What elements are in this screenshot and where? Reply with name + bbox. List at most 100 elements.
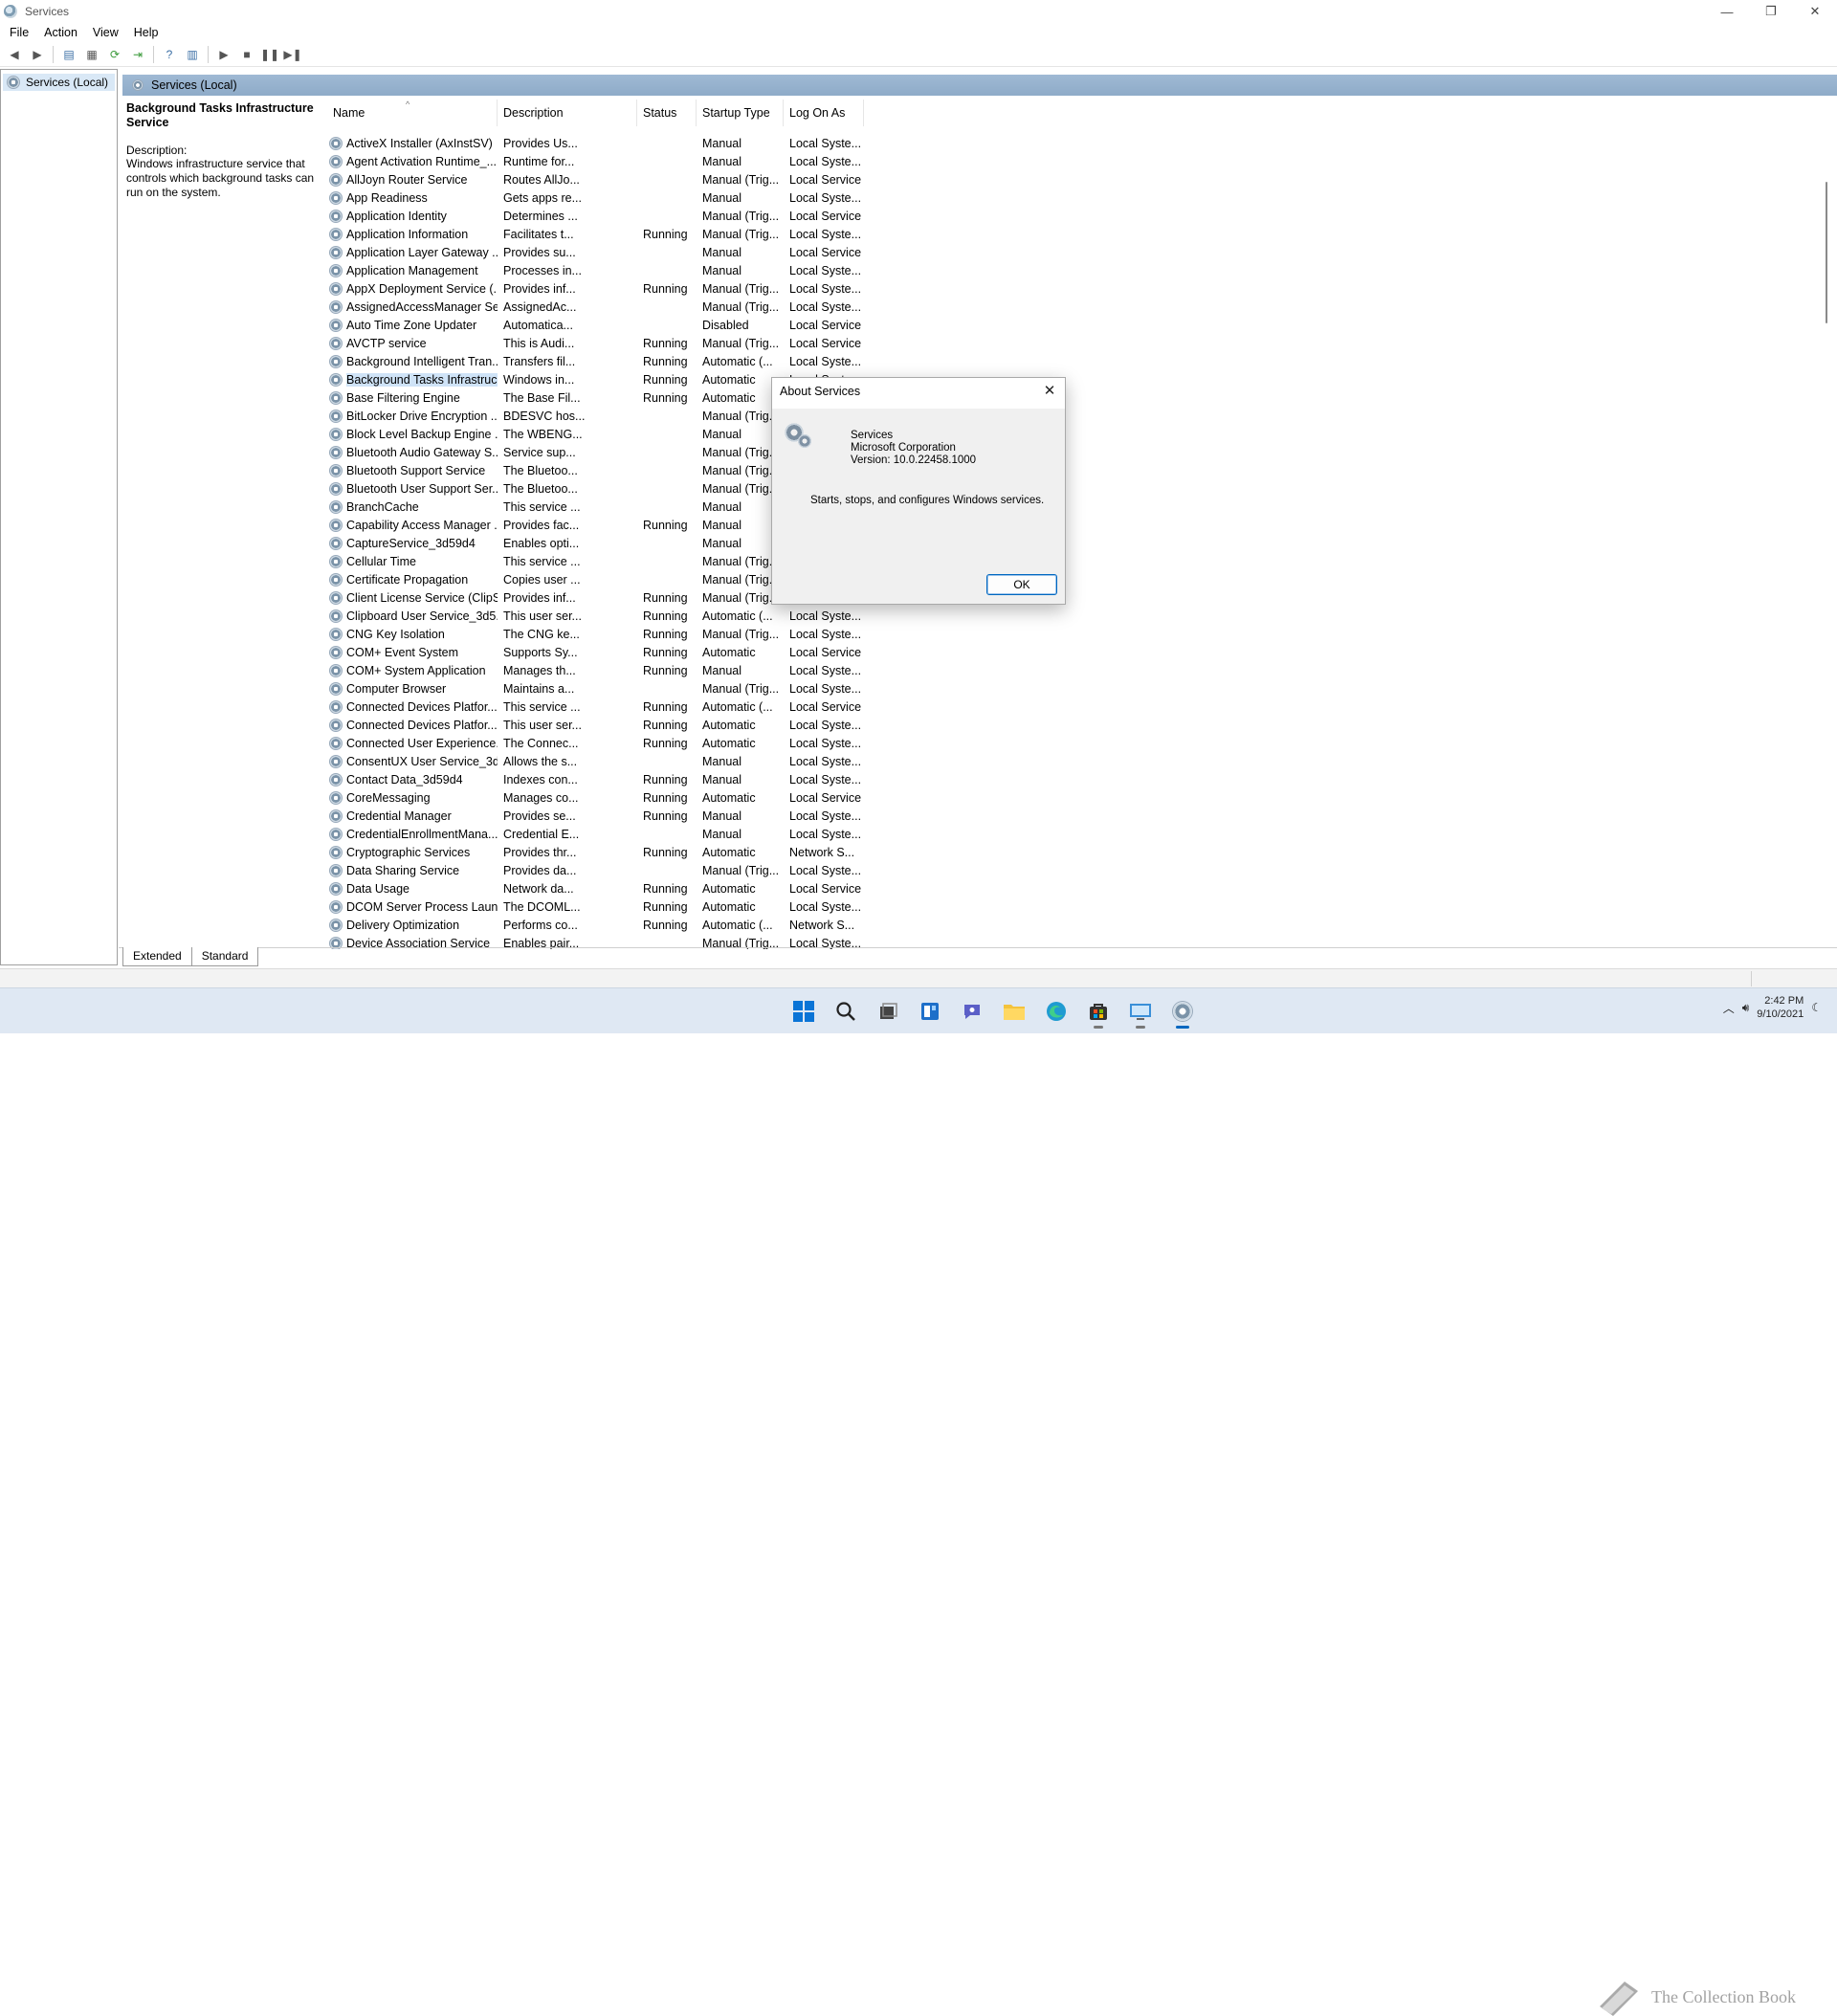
close-button[interactable]: ✕: [1793, 0, 1837, 23]
menu-action[interactable]: Action: [36, 26, 85, 39]
windows-start-icon[interactable]: [788, 996, 819, 1027]
table-row[interactable]: AllJoyn Router Service Routes AllJo... Man…: [327, 170, 864, 188]
file-explorer-icon[interactable]: [999, 996, 1029, 1027]
service-startup-type: Manual: [702, 754, 741, 768]
service-startup-type: Automatic: [702, 645, 756, 659]
table-row[interactable]: Clipboard User Service_3d5... This user s…: [327, 607, 864, 625]
table-row[interactable]: Agent Activation Runtime_... Runtime for.…: [327, 152, 864, 170]
menu-file[interactable]: File: [2, 26, 36, 39]
column-header-description[interactable]: Description: [498, 100, 637, 126]
description-label: Description:: [126, 144, 188, 157]
table-row[interactable]: Connected User Experience... The Connec..…: [327, 734, 864, 752]
minimize-button[interactable]: —: [1705, 0, 1749, 23]
table-row[interactable]: Application Information Facilitates t... R…: [327, 225, 864, 243]
clock[interactable]: 2:42 PM 9/10/2021: [1757, 994, 1804, 1021]
stop-service-icon[interactable]: ■: [236, 45, 257, 64]
back-arrow-icon[interactable]: ◀: [4, 45, 25, 64]
service-gear-icon: [329, 609, 343, 623]
column-header-log-on-as[interactable]: Log On As: [784, 100, 864, 126]
table-row[interactable]: ConsentUX User Service_3d... Allows the s…: [327, 752, 864, 770]
column-header-status[interactable]: Status: [637, 100, 697, 126]
ok-button[interactable]: OK: [986, 574, 1057, 595]
edge-icon[interactable]: [1041, 996, 1072, 1027]
service-description: This user ser...: [503, 718, 582, 732]
service-name: COM+ Event System: [327, 645, 498, 659]
control-panel-icon[interactable]: [1125, 996, 1156, 1029]
table-row[interactable]: Background Intelligent Tran... Transfers …: [327, 352, 864, 370]
table-row[interactable]: AVCTP service This is Audi... Running Manua…: [327, 334, 864, 352]
start-service-icon[interactable]: ▶: [213, 45, 234, 64]
store-icon[interactable]: [1083, 996, 1114, 1029]
service-name: Connected Devices Platfor...: [327, 699, 498, 714]
table-row[interactable]: CredentialEnrollmentMana... Credential E.…: [327, 825, 864, 843]
table-row[interactable]: Cryptographic Services Provides thr... Run…: [327, 843, 864, 861]
table-row[interactable]: DCOM Server Process Laun... The DCOML... R…: [327, 897, 864, 916]
table-row[interactable]: Application Layer Gateway ... Provides su…: [327, 243, 864, 261]
export-list-icon[interactable]: ⇥: [127, 45, 148, 64]
dialog-close-button[interactable]: ✕: [1040, 381, 1059, 400]
table-row[interactable]: Connected Devices Platfor... This user se…: [327, 716, 864, 734]
service-log-on-as: Local Syste...: [789, 627, 862, 641]
table-row[interactable]: App Readiness Gets apps re... Manual Local …: [327, 188, 864, 207]
chevron-up-icon[interactable]: ︿: [1723, 1000, 1735, 1016]
table-row[interactable]: Delivery Optimization Performs co... Runni…: [327, 916, 864, 934]
clock-date: 9/10/2021: [1757, 1008, 1804, 1020]
table-row[interactable]: CoreMessaging Manages co... Running Automat…: [327, 788, 864, 807]
table-row[interactable]: Connected Devices Platfor... This service…: [327, 698, 864, 716]
column-header-startup-type[interactable]: Startup Type: [697, 100, 784, 126]
table-row[interactable]: Data Sharing Service Provides da... Manual…: [327, 861, 864, 879]
service-gear-icon: [329, 863, 343, 877]
service-name: Application Information: [327, 227, 498, 241]
notifications-icon[interactable]: ☾: [1811, 1001, 1822, 1014]
table-row[interactable]: Data Usage Network da... Running Automatic L…: [327, 879, 864, 897]
service-description: Copies user ...: [503, 572, 581, 587]
service-description: This service ...: [503, 699, 581, 714]
menu-help[interactable]: Help: [126, 26, 166, 39]
table-row[interactable]: Credential Manager Provides se... Running M…: [327, 807, 864, 825]
table-row[interactable]: Application Identity Determines ... Manual…: [327, 207, 864, 225]
service-gear-icon: [329, 572, 343, 587]
table-row[interactable]: COM+ Event System Supports Sy... Running Au…: [327, 643, 864, 661]
tree-item-services-local[interactable]: Services (Local): [3, 74, 115, 91]
service-startup-type: Manual (Trig...: [702, 863, 780, 877]
column-header-name[interactable]: ^ Name: [327, 100, 498, 126]
widgets-icon[interactable]: [915, 996, 945, 1027]
refresh-icon[interactable]: ⟳: [104, 45, 125, 64]
service-name-text: COM+ Event System: [346, 645, 459, 659]
table-row[interactable]: AssignedAccessManager Se... AssignedAc...…: [327, 298, 864, 316]
service-name-text: AVCTP service: [346, 336, 427, 350]
table-row[interactable]: COM+ System Application Manages th... Runn…: [327, 661, 864, 679]
table-row[interactable]: Auto Time Zone Updater Automatica... Disab…: [327, 316, 864, 334]
forward-arrow-icon[interactable]: ▶: [27, 45, 48, 64]
service-name-text: App Readiness: [346, 190, 428, 205]
volume-icon[interactable]: 🔊︎: [1742, 1001, 1750, 1015]
restore-button[interactable]: ❐: [1749, 0, 1793, 23]
restart-service-icon[interactable]: ▶❚: [282, 45, 303, 64]
service-description: This service ...: [503, 499, 581, 514]
table-row[interactable]: Computer Browser Maintains a... Manual (Tr…: [327, 679, 864, 698]
show-hide-console-tree-icon[interactable]: ▤: [58, 45, 79, 64]
services-icon[interactable]: [1167, 996, 1198, 1029]
tab-extended[interactable]: Extended: [122, 947, 192, 966]
window-title: Services: [25, 5, 70, 18]
table-row[interactable]: AppX Deployment Service (... Provides inf…: [327, 279, 864, 298]
show-action-pane-icon[interactable]: ▥: [182, 45, 203, 64]
task-view-icon[interactable]: [873, 996, 903, 1027]
table-row[interactable]: Application Management Processes in... Man…: [327, 261, 864, 279]
service-startup-type: Manual (Trig...: [702, 299, 780, 314]
service-description: The CNG ke...: [503, 627, 580, 641]
vertical-scrollbar-thumb[interactable]: [1826, 182, 1827, 323]
search-icon[interactable]: [830, 996, 861, 1027]
chat-icon[interactable]: [957, 996, 987, 1027]
taskbar-icons: [788, 996, 1198, 1029]
tab-standard[interactable]: Standard: [190, 947, 259, 966]
help-icon[interactable]: ?: [159, 45, 180, 64]
table-row[interactable]: Contact Data_3d59d4 Indexes con... Running…: [327, 770, 864, 788]
properties-icon[interactable]: ▦: [81, 45, 102, 64]
menu-view[interactable]: View: [85, 26, 126, 39]
services-list[interactable]: ^ Name Description Status Startup Type L…: [327, 98, 1820, 949]
table-row[interactable]: ActiveX Installer (AxInstSV) Provides Us.…: [327, 134, 864, 152]
clock-time: 2:42 PM: [1764, 995, 1804, 1007]
table-row[interactable]: CNG Key Isolation The CNG ke... Running Man…: [327, 625, 864, 643]
pause-service-icon[interactable]: ❚❚: [259, 45, 280, 64]
